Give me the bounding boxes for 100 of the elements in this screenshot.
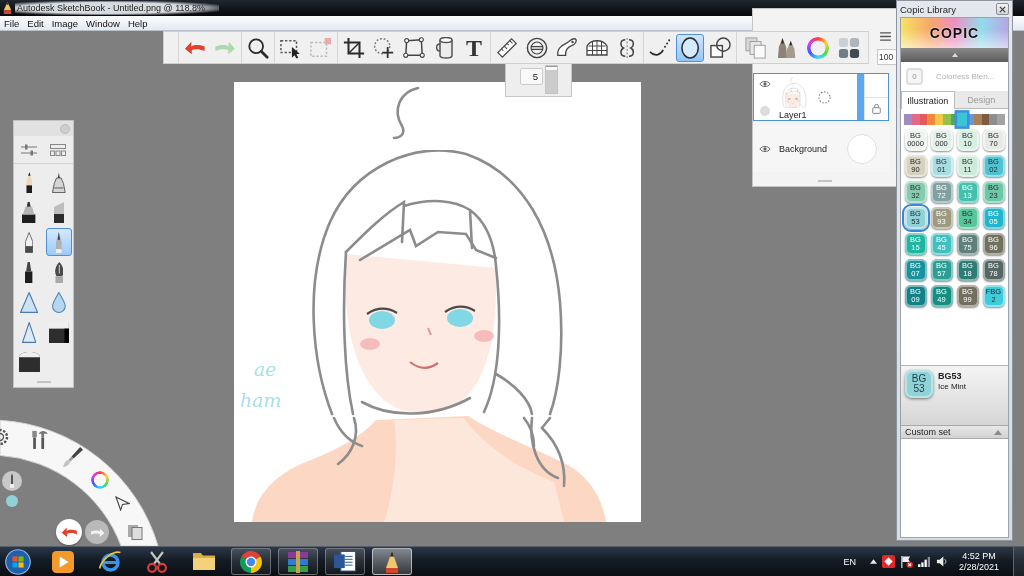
custom-set-header[interactable]: Custom set <box>901 425 1008 439</box>
color-code: BG53 <box>938 371 963 381</box>
hue-swatch[interactable] <box>989 114 998 125</box>
grid-icon[interactable] <box>50 143 67 156</box>
ellipse-icon <box>680 36 700 59</box>
opacity-field[interactable]: 100 <box>877 49 896 65</box>
symmetry-icon <box>617 36 637 59</box>
background-swatch[interactable] <box>847 133 877 164</box>
redo-icon <box>89 526 105 538</box>
panel-title: Copic Library <box>900 3 956 15</box>
eraser-icon <box>18 351 40 373</box>
stacked-pages-icon <box>745 36 767 59</box>
eye-icon[interactable] <box>759 80 771 88</box>
menu-item[interactable]: Edit <box>23 16 48 30</box>
shapes-icon <box>709 37 731 58</box>
hue-swatch[interactable] <box>957 112 968 127</box>
signal-icon[interactable] <box>917 556 931 567</box>
pen-icon[interactable] <box>2 471 22 491</box>
hue-swatch[interactable] <box>942 114 951 125</box>
flag-icon[interactable] <box>899 555 913 568</box>
pointer-icon[interactable] <box>115 496 130 511</box>
hair-curl-drawing <box>392 86 420 140</box>
gear-icon[interactable] <box>0 428 9 446</box>
eraser-icon <box>49 321 69 343</box>
layer-name: Layer1 <box>779 110 808 120</box>
menu-item[interactable]: Image <box>47 16 83 30</box>
swatches-icon <box>838 36 860 59</box>
show-desktop-button[interactable] <box>1013 547 1024 576</box>
taskbar-button[interactable] <box>278 548 318 575</box>
tool-button[interactable] <box>676 33 704 62</box>
eye-icon[interactable] <box>759 144 771 153</box>
scissors-icon <box>147 550 167 573</box>
orb-icon <box>5 548 31 575</box>
sliders-icon[interactable] <box>20 143 37 156</box>
brush-size-field[interactable]: 5 <box>520 68 543 85</box>
close-icon <box>999 5 1006 13</box>
books-icon <box>288 550 308 573</box>
perspective-grid-icon <box>586 39 608 56</box>
hue-swatch[interactable] <box>904 114 912 125</box>
layer-row[interactable]: Layer1 <box>753 73 889 122</box>
text-tool-button[interactable]: T <box>460 33 488 62</box>
cone-icon <box>19 291 39 313</box>
handwritten-text: ham <box>240 389 282 411</box>
ruler-icon <box>496 36 518 59</box>
taskbar-button[interactable] <box>231 548 271 575</box>
marker-icon <box>22 201 36 223</box>
hue-swatch[interactable] <box>997 114 1005 125</box>
chisel-marker-icon <box>54 201 64 223</box>
color-preview: BG 53 <box>905 370 933 398</box>
logo-text: COPIC <box>929 25 980 41</box>
dotted-circle-icon[interactable] <box>817 90 831 104</box>
color-wheel-icon <box>807 36 829 59</box>
blender-name: Colorless Blen... <box>936 72 995 81</box>
speaker-icon[interactable] <box>935 555 947 568</box>
cone-icon <box>21 321 37 343</box>
menu-icon[interactable] <box>880 32 891 41</box>
clock-time[interactable]: 4:52 PM <box>962 550 996 562</box>
handwritten-text: ae <box>254 358 277 380</box>
bucket-icon <box>434 36 454 59</box>
resize-grip[interactable] <box>36 380 51 383</box>
browser-icon <box>240 550 262 573</box>
hue-swatch[interactable] <box>919 114 928 125</box>
language-indicator[interactable]: EN <box>843 556 856 567</box>
ink-pen-icon <box>56 231 62 253</box>
felt-pen-icon <box>25 261 33 283</box>
lock-icon[interactable] <box>872 103 881 115</box>
hue-swatch[interactable] <box>973 114 982 125</box>
dot-icon[interactable] <box>760 106 770 117</box>
taskbar-button[interactable] <box>325 548 365 575</box>
menu-item[interactable]: Window <box>82 16 124 30</box>
dashed-rectangle-icon <box>310 36 332 59</box>
french-curve-icon <box>556 37 578 58</box>
hue-swatch[interactable] <box>911 114 920 125</box>
stacked-pages-icon[interactable] <box>127 524 143 540</box>
menu-item[interactable]: File <box>0 16 24 30</box>
crop-icon <box>343 36 365 59</box>
tray-app-icon[interactable] <box>881 555 895 568</box>
taskbar-button[interactable] <box>372 548 412 575</box>
caret-up-icon[interactable] <box>869 559 877 564</box>
hue-swatch[interactable] <box>935 114 943 125</box>
play-icon <box>52 550 74 573</box>
zoom-icon <box>247 36 269 59</box>
hue-swatch[interactable] <box>981 114 990 125</box>
hue-swatch[interactable] <box>927 114 936 125</box>
resize-grip[interactable] <box>817 180 832 183</box>
close-button[interactable] <box>996 3 1009 15</box>
document-icon <box>334 551 356 572</box>
clock-date[interactable]: 2/28/2021 <box>958 561 999 573</box>
menu-item[interactable]: Help <box>123 16 152 30</box>
drop-icon <box>52 291 66 313</box>
pencils-icon <box>777 36 797 59</box>
paintbrush-icon[interactable] <box>63 447 83 467</box>
layer-name: Background <box>779 143 829 154</box>
tools-icon[interactable] <box>31 430 49 450</box>
tab[interactable]: Illustration <box>901 91 955 109</box>
ballpoint-pen-icon <box>24 231 34 253</box>
curve-stroke-icon <box>649 38 671 57</box>
color-name: Ice Mint <box>938 382 966 391</box>
technical-pen-icon <box>52 171 66 193</box>
pencil-icon <box>25 171 33 193</box>
